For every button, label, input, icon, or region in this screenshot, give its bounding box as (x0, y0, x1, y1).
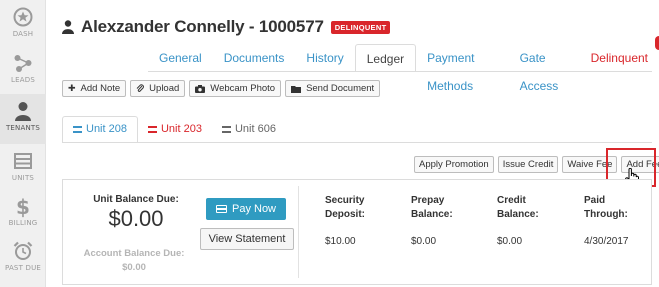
view-statement-button[interactable]: View Statement (200, 228, 294, 250)
sidebar-item-dash[interactable]: DASH (0, 0, 46, 50)
leads-icon (14, 55, 32, 72)
tab-general[interactable]: General (148, 44, 213, 72)
unit-balance-amount: $0.00 (108, 206, 164, 231)
dollar-icon: $ (16, 196, 30, 218)
unit-tab-label: Unit 208 (86, 123, 127, 135)
sidebar-item-leads[interactable]: LEADS (0, 46, 46, 96)
stat-value: $0.00 (411, 236, 437, 247)
camera-icon (195, 84, 206, 93)
pay-now-label: Pay Now (231, 203, 277, 215)
apply-promotion-button[interactable]: Apply Promotion (414, 156, 494, 173)
paid-through-stat: Paid Through: 4/30/2017 (584, 194, 629, 247)
stat-label: Balance: (497, 209, 539, 220)
sidebar-item-label: LEADS (11, 76, 35, 84)
sidebar-item-billing[interactable]: $ BILLING (0, 189, 46, 239)
upload-button[interactable]: Upload (130, 80, 186, 97)
sidebar-item-units[interactable]: UNITS (0, 144, 46, 194)
add-note-label: Add Note (80, 83, 121, 94)
folder-icon (291, 85, 302, 93)
tab-delinquent[interactable]: Delinquent (580, 44, 659, 72)
tab-unit-208[interactable]: Unit 208 (62, 116, 138, 143)
tab-ledger[interactable]: Ledger (354, 44, 417, 72)
webcam-photo-button[interactable]: Webcam Photo (189, 80, 282, 97)
pay-now-button[interactable]: Pay Now (206, 198, 286, 220)
stat-label: Credit (497, 195, 526, 206)
stat-label: Prepay (411, 195, 445, 206)
add-note-button[interactable]: ✚ Add Note (62, 80, 127, 97)
page-title: Alexzander Connelly - 1000577 (81, 17, 324, 36)
stat-value: 4/30/2017 (584, 236, 629, 247)
send-document-button[interactable]: Send Document (285, 80, 381, 97)
sidebar: DASH LEADS TENANTS UNITS $ BILLING PAST … (0, 0, 46, 287)
svg-text:$: $ (16, 196, 30, 218)
sidebar-item-label: DASH (12, 30, 34, 38)
panel-divider (298, 186, 299, 278)
tab-unit-203[interactable]: Unit 203 (138, 116, 212, 143)
security-deposit-stat: Security Deposit: $10.00 (325, 194, 365, 247)
account-balance-label: Account Balance Due: (83, 248, 185, 259)
alarm-clock-icon (13, 241, 33, 260)
plus-icon: ✚ (68, 83, 76, 93)
account-balance-amount: $0.00 (122, 262, 146, 273)
tenant-tabs: General Documents History Ledger Payment… (148, 44, 659, 93)
unit-tabs-divider (62, 142, 652, 143)
sidebar-item-tenants[interactable]: TENANTS (0, 94, 46, 144)
prepay-balance-stat: Prepay Balance: $0.00 (411, 194, 453, 247)
unit-icon (221, 126, 231, 133)
stat-label: Security (325, 195, 365, 206)
unit-icon (73, 126, 82, 133)
webcam-photo-label: Webcam Photo (210, 83, 276, 94)
stat-label: Deposit: (325, 209, 365, 220)
tab-payment-methods[interactable]: Payment Methods (416, 44, 508, 93)
stat-label: Balance: (411, 209, 453, 220)
tabs-divider (148, 71, 652, 72)
unit-icon (147, 126, 157, 133)
tab-documents[interactable]: Documents (213, 44, 296, 72)
sidebar-item-label: PAST DUE (4, 264, 42, 272)
tab-history[interactable]: History (295, 44, 354, 72)
person-icon (62, 20, 74, 34)
stat-label: Through: (584, 209, 628, 220)
sidebar-item-label: BILLING (8, 219, 38, 227)
status-badge: DELINQUENT (330, 20, 391, 34)
tenant-actions: ✚ Add Note Upload Webcam Photo Send Docu… (62, 80, 384, 97)
unit-tab-label: Unit 203 (160, 123, 202, 135)
notification-marker (655, 36, 659, 50)
tenant-header: Alexzander Connelly - 1000577 DELINQUENT (62, 17, 391, 37)
credit-card-icon (215, 205, 227, 213)
sidebar-item-label: TENANTS (5, 124, 41, 132)
stat-value: $0.00 (497, 236, 523, 247)
tenant-ledger-screen: DASH LEADS TENANTS UNITS $ BILLING PAST … (0, 0, 659, 287)
dashboard-icon (13, 7, 33, 27)
sidebar-item-label: UNITS (11, 174, 35, 182)
send-document-label: Send Document (306, 83, 375, 94)
stat-value: $10.00 (325, 236, 356, 247)
credit-balance-stat: Credit Balance: $0.00 (497, 194, 539, 247)
units-icon (14, 153, 32, 169)
stat-label: Paid (584, 195, 606, 206)
sidebar-item-past-due[interactable]: PAST DUE (0, 234, 46, 284)
issue-credit-button[interactable]: Issue Credit (497, 156, 559, 173)
paperclip-icon (136, 84, 145, 92)
unit-tab-label: Unit 606 (234, 123, 276, 135)
unit-balance-label: Unit Balance Due: (93, 194, 179, 205)
tenant-icon (15, 102, 31, 121)
tab-gate-access[interactable]: Gate Access (509, 44, 580, 93)
upload-label: Upload (149, 83, 180, 94)
unit-tabs: Unit 208 Unit 203 Unit 606 (62, 116, 286, 143)
tab-unit-606[interactable]: Unit 606 (212, 116, 286, 143)
